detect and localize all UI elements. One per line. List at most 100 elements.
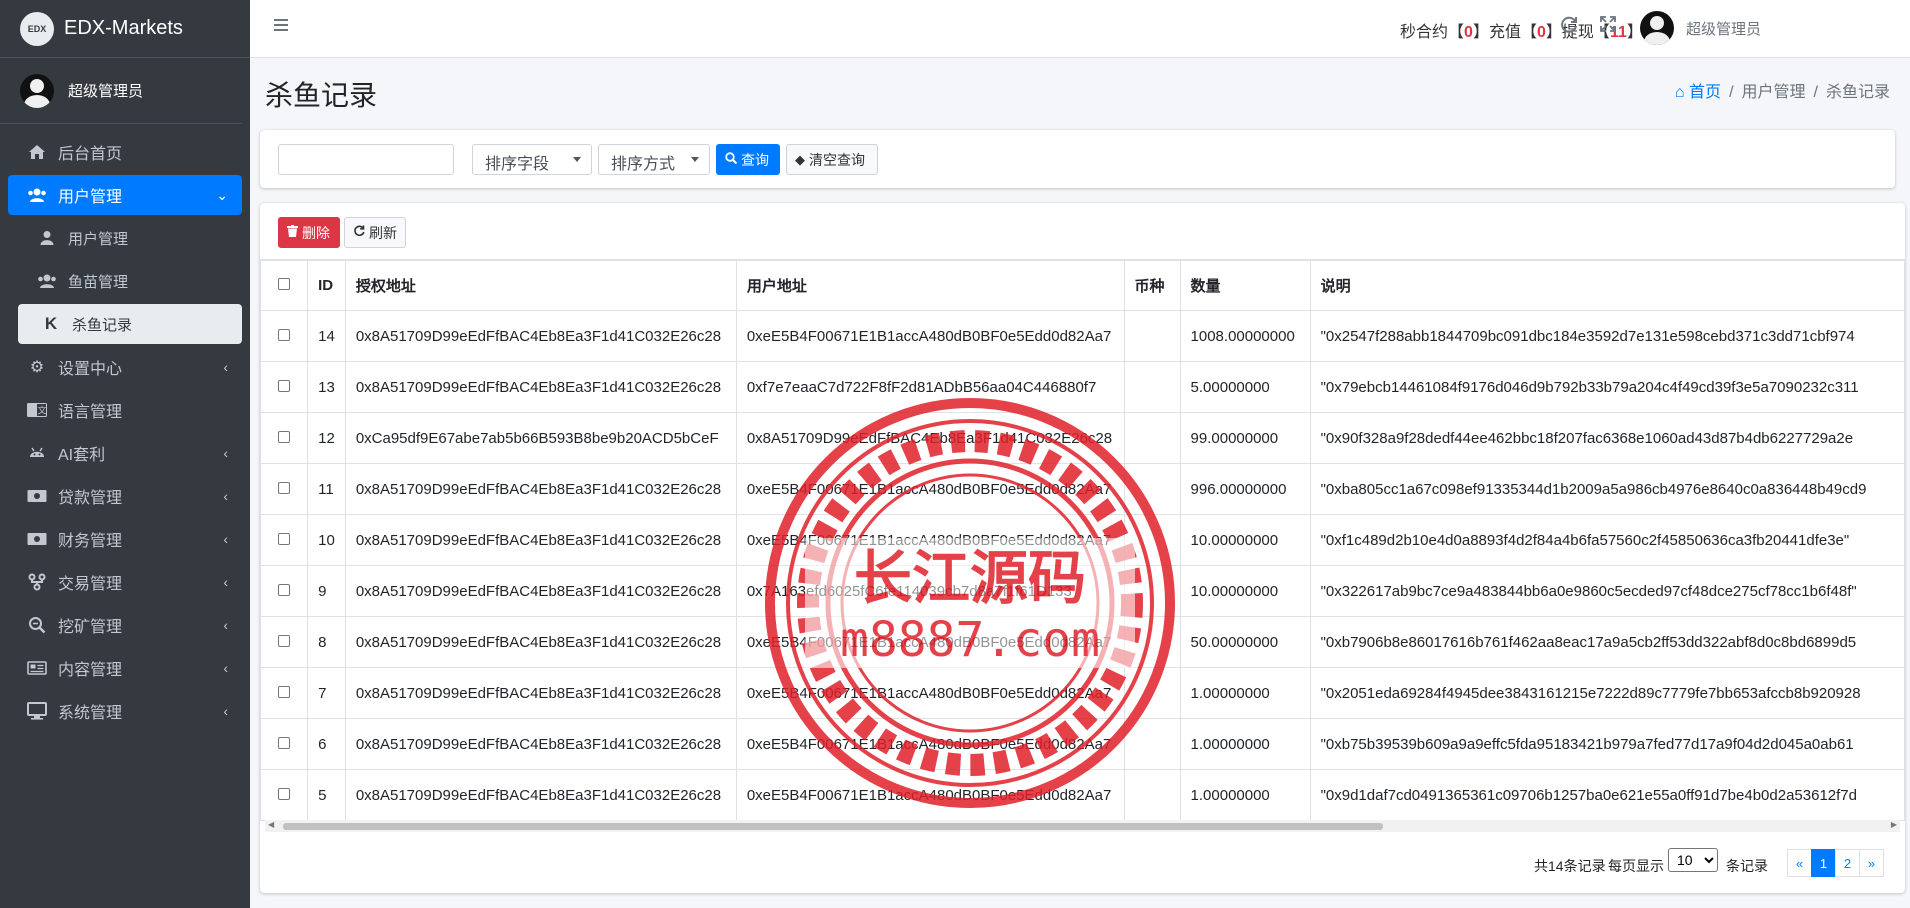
cell-user-address: 0xeE5B4F00671E1B1accA480dB0BF0e5Edd0d82A… [735, 718, 1125, 770]
col-id[interactable]: ID [307, 260, 346, 311]
sidebar-user-name: 超级管理员 [68, 83, 144, 100]
sidebar-item-loans[interactable]: 贷款管理 ‹ [8, 476, 242, 516]
cell-user-address: 0xeE5B4F00671E1B1accA480dB0BF0e5Edd0d82A… [735, 616, 1125, 668]
cell-quantity: 10.00000000 [1179, 565, 1311, 617]
user-icon [36, 229, 58, 247]
fullscreen-icon[interactable] [1600, 16, 1616, 37]
cell-description: "0xf1c489d2b10e4d0a8893f4d2f84a4b6fa5756… [1309, 514, 1905, 566]
page-prev-button[interactable]: « [1787, 849, 1812, 877]
sidebar-user-panel[interactable]: 超级管理员 [0, 58, 242, 124]
horizontal-scrollbar[interactable]: ◀ ▶ [265, 820, 1900, 832]
breadcrumb-user-management[interactable]: 用户管理 [1742, 84, 1806, 101]
sidebar-item-language[interactable]: 文 语言管理 [8, 390, 242, 430]
col-quantity[interactable]: 数量 [1179, 260, 1311, 311]
cell-coin [1123, 361, 1181, 413]
cell-auth-address: 0x8A51709D99eEdFfBAC4Eb8Ea3F1d41C032E26c… [344, 616, 737, 668]
sidebar-item-system[interactable]: 系统管理 ‹ [8, 691, 242, 731]
gears-icon: ⚙ [29, 359, 45, 376]
table-row[interactable]: 7 0x8A51709D99eEdFfBAC4Eb8Ea3F1d41C032E2… [260, 667, 1905, 719]
delete-label: 删除 [302, 224, 330, 241]
row-checkbox-cell[interactable] [260, 616, 309, 668]
cell-user-address: 0xeE5B4F00671E1B1accA480dB0BF0e5Edd0d82A… [735, 667, 1125, 719]
row-checkbox-cell[interactable] [260, 769, 309, 821]
sidebar-item-mining[interactable]: 挖矿管理 ‹ [8, 605, 242, 645]
page-next-button[interactable]: » [1859, 849, 1884, 877]
sidebar-item-trading[interactable]: 交易管理 ‹ [8, 562, 242, 602]
table-row[interactable]: 9 0x8A51709D99eEdFfBAC4Eb8Ea3F1d41C032E2… [260, 565, 1905, 617]
row-checkbox-cell[interactable] [260, 718, 309, 770]
cell-user-address: 0xeE5B4F00671E1B1accA480dB0BF0e5Edd0d82A… [735, 514, 1125, 566]
col-auth-address[interactable]: 授权地址 [344, 260, 737, 311]
table-row[interactable]: 14 0x8A51709D99eEdFfBAC4Eb8Ea3F1d41C032E… [260, 310, 1905, 362]
sort-order-select[interactable]: 排序方式 [598, 144, 710, 175]
row-checkbox-cell[interactable] [260, 667, 309, 719]
checkbox[interactable] [278, 736, 291, 749]
table-row[interactable]: 5 0x8A51709D99eEdFfBAC4Eb8Ea3F1d41C032E2… [260, 769, 1905, 821]
checkbox[interactable] [278, 685, 291, 698]
sidebar-item-settings[interactable]: ⚙ 设置中心 ‹ [8, 347, 242, 387]
sidebar-item-content[interactable]: 内容管理 ‹ [8, 648, 242, 688]
scrollbar-thumb[interactable] [283, 823, 1383, 830]
table-row[interactable]: 13 0x8A51709D99eEdFfBAC4Eb8Ea3F1d41C032E… [260, 361, 1905, 413]
col-user-address[interactable]: 用户地址 [735, 260, 1125, 311]
col-description[interactable]: 说明 [1309, 260, 1905, 311]
per-page-select[interactable]: 10 [1668, 848, 1718, 872]
records-label: 条记录 [1726, 858, 1768, 874]
query-button-label: 查询 [741, 151, 769, 168]
search-icon [725, 152, 738, 167]
scroll-right-icon[interactable]: ▶ [1891, 820, 1897, 829]
refresh-icon[interactable] [1560, 16, 1578, 39]
page-2-button[interactable]: 2 [1835, 849, 1860, 877]
col-coin[interactable]: 币种 [1123, 260, 1181, 311]
row-checkbox-cell[interactable] [260, 463, 309, 515]
sidebar-subitem-kill-records[interactable]: K 杀鱼记录 [18, 304, 242, 344]
sort-field-select[interactable]: 排序字段 [472, 144, 592, 175]
cell-user-address: 0x7A163efd6025fC6fe114039cb7d8a7f1f61D13… [735, 565, 1125, 617]
cell-id: 8 [307, 616, 346, 668]
delete-button[interactable]: 删除 [278, 217, 340, 248]
checkbox[interactable] [278, 430, 291, 443]
checkbox[interactable] [278, 481, 291, 494]
table-row[interactable]: 6 0x8A51709D99eEdFfBAC4Eb8Ea3F1d41C032E2… [260, 718, 1905, 770]
recharge-label[interactable]: 充值 [1489, 24, 1521, 41]
header-user-menu[interactable]: 超级管理员 [1640, 11, 1761, 45]
breadcrumb-home[interactable]: ⌂ 首页 [1675, 84, 1721, 101]
checkbox[interactable] [278, 532, 291, 545]
row-checkbox-cell[interactable] [260, 514, 309, 566]
row-checkbox-cell[interactable] [260, 310, 309, 362]
select-all-checkbox[interactable] [260, 260, 309, 311]
sidebar-item-user-management[interactable]: 用户管理 ⌄ [8, 175, 242, 215]
brand[interactable]: EDX EDX-Markets [0, 0, 250, 58]
table-row[interactable]: 10 0x8A51709D99eEdFfBAC4Eb8Ea3F1d41C032E… [260, 514, 1905, 566]
row-checkbox-cell[interactable] [260, 361, 309, 413]
checkbox[interactable] [278, 634, 291, 647]
checkbox[interactable] [278, 787, 291, 800]
checkbox[interactable] [278, 379, 291, 392]
row-checkbox-cell[interactable] [260, 412, 309, 464]
refresh-button[interactable]: 刷新 [344, 217, 406, 248]
cell-coin [1123, 310, 1181, 362]
sidebar-item-finance[interactable]: 财务管理 ‹ [8, 519, 242, 559]
scroll-left-icon[interactable]: ◀ [268, 820, 274, 829]
page-1-button[interactable]: 1 [1811, 849, 1836, 877]
seconds-contract-label[interactable]: 秒合约 [1400, 24, 1448, 41]
search-input[interactable] [278, 144, 454, 175]
query-button[interactable]: 查询 [716, 144, 780, 175]
clear-query-button[interactable]: ◆ 清空查询 [786, 144, 878, 175]
menu-toggle-icon[interactable] [274, 19, 288, 31]
recharge-count: 0 [1536, 24, 1546, 41]
table-row[interactable]: 8 0x8A51709D99eEdFfBAC4Eb8Ea3F1d41C032E2… [260, 616, 1905, 668]
cell-quantity: 996.00000000 [1179, 463, 1311, 515]
sidebar-subitem-fry-management[interactable]: 鱼苗管理 [8, 261, 242, 301]
sidebar-item-home[interactable]: 后台首页 [8, 132, 242, 172]
table-row[interactable]: 12 0xCa95df9E67abe7ab5b66B593B8be9b20ACD… [260, 412, 1905, 464]
sidebar-item-ai-arbitrage[interactable]: AI套利 ‹ [8, 433, 242, 473]
checkbox[interactable] [278, 328, 291, 341]
checkbox[interactable] [278, 583, 291, 596]
table-scroll-area[interactable]: ID 授权地址 用户地址 币种 数量 说明 14 0x8A51709D99eEd… [260, 259, 1905, 825]
sidebar-subitem-user-management[interactable]: 用户管理 [8, 218, 242, 258]
sidebar-item-label: AI套利 [58, 447, 106, 464]
checkbox[interactable] [278, 278, 291, 290]
row-checkbox-cell[interactable] [260, 565, 309, 617]
table-row[interactable]: 11 0x8A51709D99eEdFfBAC4Eb8Ea3F1d41C032E… [260, 463, 1905, 515]
